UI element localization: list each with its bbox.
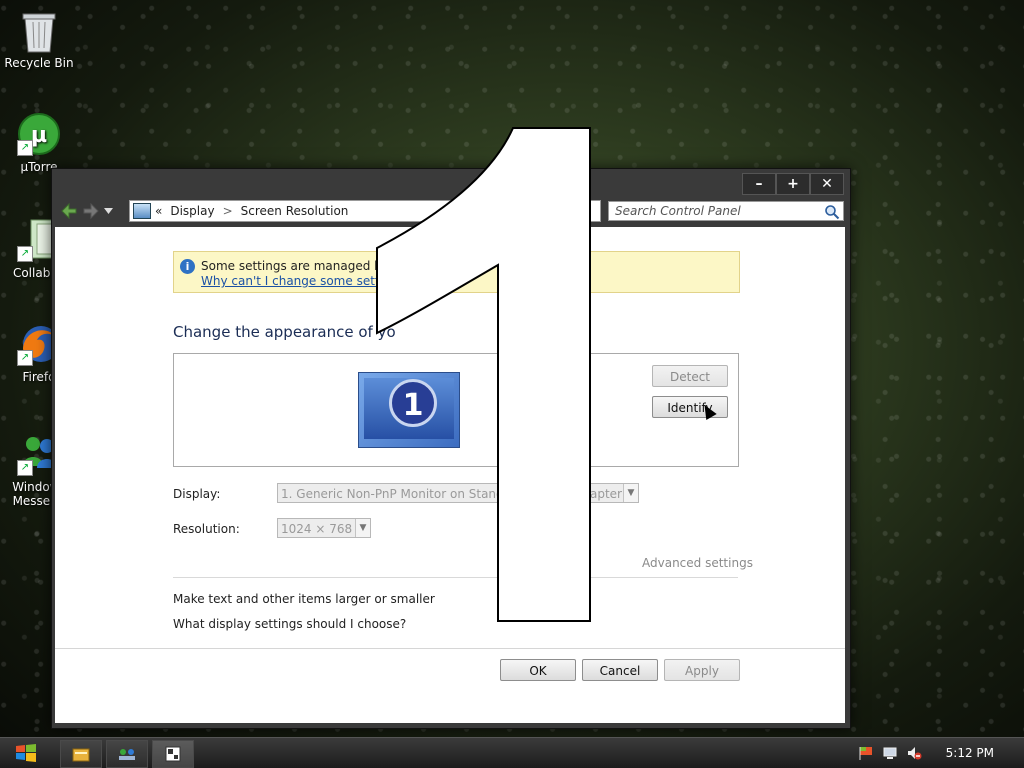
- screen-resolution-window: – + ✕ « Display > Screen Resolution Sear…: [51, 168, 851, 729]
- system-tray: 5:12 PM: [858, 738, 1016, 768]
- display-select-value: 1. Generic Non-PnP Monitor on Standard: [281, 487, 524, 501]
- forward-arrow-icon: [83, 202, 99, 220]
- shortcut-arrow-icon: ↗: [17, 460, 33, 476]
- control-panel-icon: [165, 746, 181, 762]
- taskbar: 5:12 PM: [0, 737, 1024, 768]
- network-icon: [119, 749, 135, 760]
- info-icon: i: [180, 259, 195, 274]
- maximize-button[interactable]: +: [776, 173, 810, 195]
- divider: [173, 577, 738, 578]
- close-button[interactable]: ✕: [810, 173, 844, 195]
- utorrent-icon: µ ↗: [17, 112, 61, 156]
- network-status-icon[interactable]: [882, 745, 898, 761]
- forward-button[interactable]: [80, 200, 102, 222]
- recycle-bin-icon: [17, 8, 61, 53]
- svg-text:µ: µ: [31, 123, 47, 148]
- shortcut-arrow-icon: ↗: [17, 140, 33, 156]
- page-title-start: Change the appearance of yo: [173, 323, 396, 341]
- resolution-select-value: 1024 × 768: [281, 522, 353, 536]
- window-controls: – + ✕: [742, 173, 844, 195]
- resolution-label: Resolution:: [173, 522, 240, 536]
- page-title-end: display: [520, 323, 574, 341]
- text-size-link[interactable]: Make text and other items larger or smal…: [173, 592, 435, 606]
- detect-button[interactable]: Detect: [652, 365, 728, 387]
- display-select[interactable]: 1. Generic Non-PnP Monitor on Standard a…: [277, 483, 639, 503]
- breadcrumb-separator[interactable]: >: [223, 204, 233, 218]
- cancel-button[interactable]: Cancel: [582, 659, 658, 681]
- search-input[interactable]: Search Control Panel: [608, 201, 844, 221]
- breadcrumb-display[interactable]: Display: [170, 204, 214, 218]
- identify-button[interactable]: Identify: [652, 396, 728, 418]
- page-title: Change the appearance of yo display: [173, 323, 574, 341]
- clock[interactable]: 5:12 PM: [946, 746, 994, 760]
- chevron-down-icon: ▼: [623, 484, 638, 502]
- taskbar-network-button[interactable]: [106, 740, 148, 768]
- which-settings-link[interactable]: What display settings should I choose?: [173, 617, 406, 631]
- breadcrumb-screen-resolution[interactable]: Screen Resolution: [241, 204, 349, 218]
- footer-divider: [55, 648, 845, 649]
- search-placeholder: Search Control Panel: [615, 204, 741, 218]
- window-content: i Some settings are managed by yo Why ca…: [55, 227, 845, 723]
- monitor-arrangement-area: 1 Detect Identify: [173, 353, 739, 467]
- shortcut-arrow-icon: ↗: [17, 350, 33, 366]
- desktop-icon-label: Recycle Bin: [4, 56, 74, 70]
- address-bar[interactable]: « Display > Screen Resolution: [129, 200, 601, 222]
- info-link[interactable]: Why can't I change some settings: [201, 274, 404, 288]
- monitor-1-thumbnail[interactable]: 1: [358, 372, 460, 448]
- shortcut-arrow-icon: ↗: [17, 246, 33, 262]
- display-label: Display:: [173, 487, 221, 501]
- minimize-button[interactable]: –: [742, 173, 776, 195]
- monitor-number-badge: 1: [389, 379, 437, 427]
- recent-pages-dropdown[interactable]: [102, 200, 114, 222]
- search-icon[interactable]: [824, 204, 840, 220]
- info-bar: i Some settings are managed by yo Why ca…: [173, 251, 740, 293]
- control-panel-icon: [133, 203, 151, 219]
- chevron-down-icon: [103, 208, 113, 214]
- navigation-bar: « Display > Screen Resolution Search Con…: [58, 199, 844, 223]
- taskbar-control-panel-button[interactable]: [152, 740, 194, 768]
- desktop-icon-utorrent[interactable]: µ ↗ µTorre: [1, 112, 77, 174]
- chevron-down-icon: ▼: [355, 519, 370, 537]
- info-message: Some settings are managed by yo: [201, 259, 408, 273]
- folder-icon: [72, 748, 90, 762]
- back-arrow-icon: [61, 202, 77, 220]
- action-center-flag-icon[interactable]: [858, 745, 874, 761]
- display-select-value-tail: apter: [590, 487, 622, 501]
- back-button[interactable]: [58, 200, 80, 222]
- start-button[interactable]: [6, 741, 46, 765]
- windows-logo-icon: [16, 744, 36, 762]
- taskbar-explorer-button[interactable]: [60, 740, 102, 768]
- desktop-icon-recycle-bin[interactable]: Recycle Bin: [1, 8, 77, 70]
- ok-button[interactable]: OK: [500, 659, 576, 681]
- breadcrumb-prefix[interactable]: «: [155, 204, 162, 218]
- apply-button[interactable]: Apply: [664, 659, 740, 681]
- resolution-select[interactable]: 1024 × 768 ▼: [277, 518, 371, 538]
- volume-muted-icon[interactable]: [906, 745, 922, 761]
- advanced-settings-link[interactable]: Advanced settings: [642, 556, 753, 570]
